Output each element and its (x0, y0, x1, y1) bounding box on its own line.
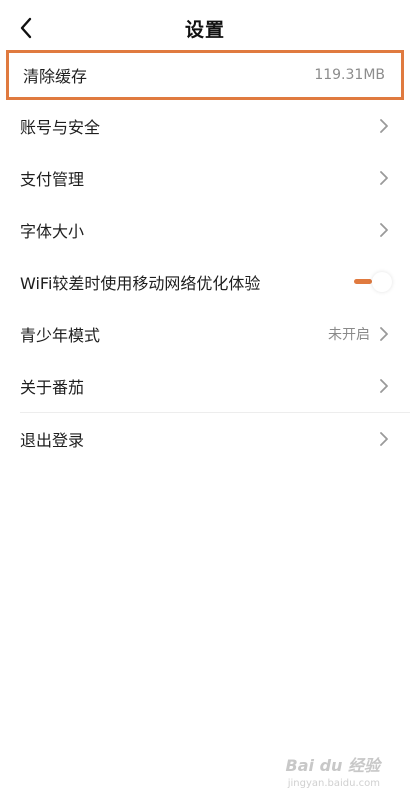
chevron-right-icon (378, 325, 390, 343)
page-title: 设置 (184, 19, 225, 41)
settings-item-account-security[interactable]: 账号与安全 (0, 100, 410, 152)
settings-item-label: 字体大小 (20, 222, 85, 241)
settings-item-label: 退出登录 (20, 431, 85, 450)
chevron-right-icon (378, 221, 390, 239)
wifi-optimize-toggle[interactable] (352, 272, 392, 292)
settings-item-label: 关于番茄 (20, 378, 85, 397)
chevron-right-icon (378, 169, 390, 187)
watermark-url: jingyan.baidu.com (287, 778, 380, 789)
settings-item-clear-cache[interactable]: 清除缓存 119.31MB (6, 50, 404, 100)
settings-item-label: 青少年模式 (20, 326, 101, 345)
settings-list: 清除缓存 119.31MB 账号与安全 支付管理 字体大小 WiFi较差时使用移… (0, 50, 410, 465)
settings-item-teen-mode[interactable]: 青少年模式 未开启 (0, 308, 410, 360)
settings-item-label: WiFi较差时使用移动网络优化体验 (20, 274, 261, 293)
top-bar: 设置 (0, 0, 410, 56)
teen-mode-status: 未开启 (328, 327, 370, 343)
toggle-track (354, 279, 372, 284)
settings-item-label: 清除缓存 (23, 67, 88, 86)
settings-page: 设置 清除缓存 119.31MB 账号与安全 支付管理 字体大小 WiFi较差时… (0, 0, 410, 809)
cache-size-value: 119.31MB (314, 67, 385, 83)
settings-item-logout[interactable]: 退出登录 (0, 413, 410, 465)
chevron-right-icon (378, 377, 390, 395)
toggle-knob (372, 272, 392, 292)
settings-item-font-size[interactable]: 字体大小 (0, 204, 410, 256)
settings-item-label: 账号与安全 (20, 118, 101, 137)
watermark-brand: Bai du 经验 (285, 756, 380, 775)
settings-item-payment[interactable]: 支付管理 (0, 152, 410, 204)
settings-item-about[interactable]: 关于番茄 (0, 360, 410, 412)
settings-item-label: 支付管理 (20, 170, 85, 189)
settings-item-wifi-optimize: WiFi较差时使用移动网络优化体验 (0, 256, 410, 308)
baidu-jingyan-watermark: Bai du 经验 jingyan.baidu.com (286, 752, 380, 789)
chevron-right-icon (378, 430, 390, 448)
chevron-right-icon (378, 117, 390, 135)
